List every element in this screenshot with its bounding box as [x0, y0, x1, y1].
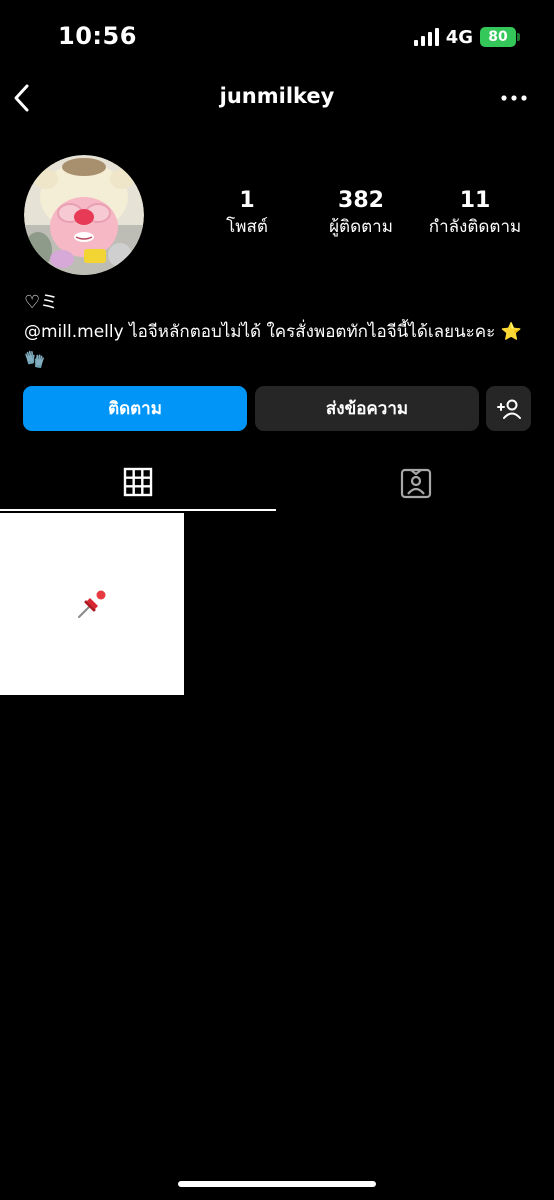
stat-followers[interactable]: 382 ผู้ติดตาม [318, 188, 404, 240]
stat-posts[interactable]: 1 โพสต์ [212, 188, 282, 240]
battery-level: 80 [488, 29, 508, 45]
tab-posts-grid[interactable] [0, 455, 276, 511]
bio-text: @mill.melly ไอจีหลักตอบไม่ได้ ใครสั่งพอต… [24, 318, 534, 374]
home-indicator [178, 1181, 376, 1187]
status-time: 10:56 [58, 22, 137, 50]
bio-mention-link[interactable]: @mill.melly [24, 322, 124, 342]
profile-stats: 1 โพสต์ 382 ผู้ติดตาม 11 กำลังติดตาม [0, 188, 554, 248]
profile-header: junmilkey [0, 74, 554, 122]
message-button[interactable]: ส่งข้อความ [255, 386, 479, 431]
more-options-icon[interactable] [500, 88, 528, 108]
posts-count: 1 [239, 188, 255, 213]
signal-icon [413, 28, 439, 46]
post-tile[interactable] [0, 513, 184, 695]
add-person-icon [496, 399, 521, 419]
battery-icon: 80 [480, 27, 520, 47]
following-label: กำลังติดตาม [428, 217, 522, 237]
following-count: 11 [459, 188, 491, 213]
follow-button[interactable]: ติดตาม [23, 386, 247, 431]
followers-label: ผู้ติดตาม [329, 217, 393, 237]
grid-icon [123, 467, 153, 497]
tab-tagged[interactable] [278, 455, 554, 511]
stat-following[interactable]: 11 กำลังติดตาม [420, 188, 530, 240]
status-bar: 10:56 4G 80 [0, 0, 554, 74]
tagged-person-icon [400, 468, 432, 499]
status-indicators: 4G 80 [413, 26, 520, 48]
suggested-users-button[interactable] [486, 386, 531, 431]
page-title: junmilkey [219, 84, 335, 108]
pushpin-icon [78, 590, 106, 618]
followers-count: 382 [338, 188, 384, 213]
bio-name: ♡ミ [24, 292, 59, 313]
posts-label: โพสต์ [226, 217, 268, 237]
network-type: 4G [445, 26, 473, 48]
